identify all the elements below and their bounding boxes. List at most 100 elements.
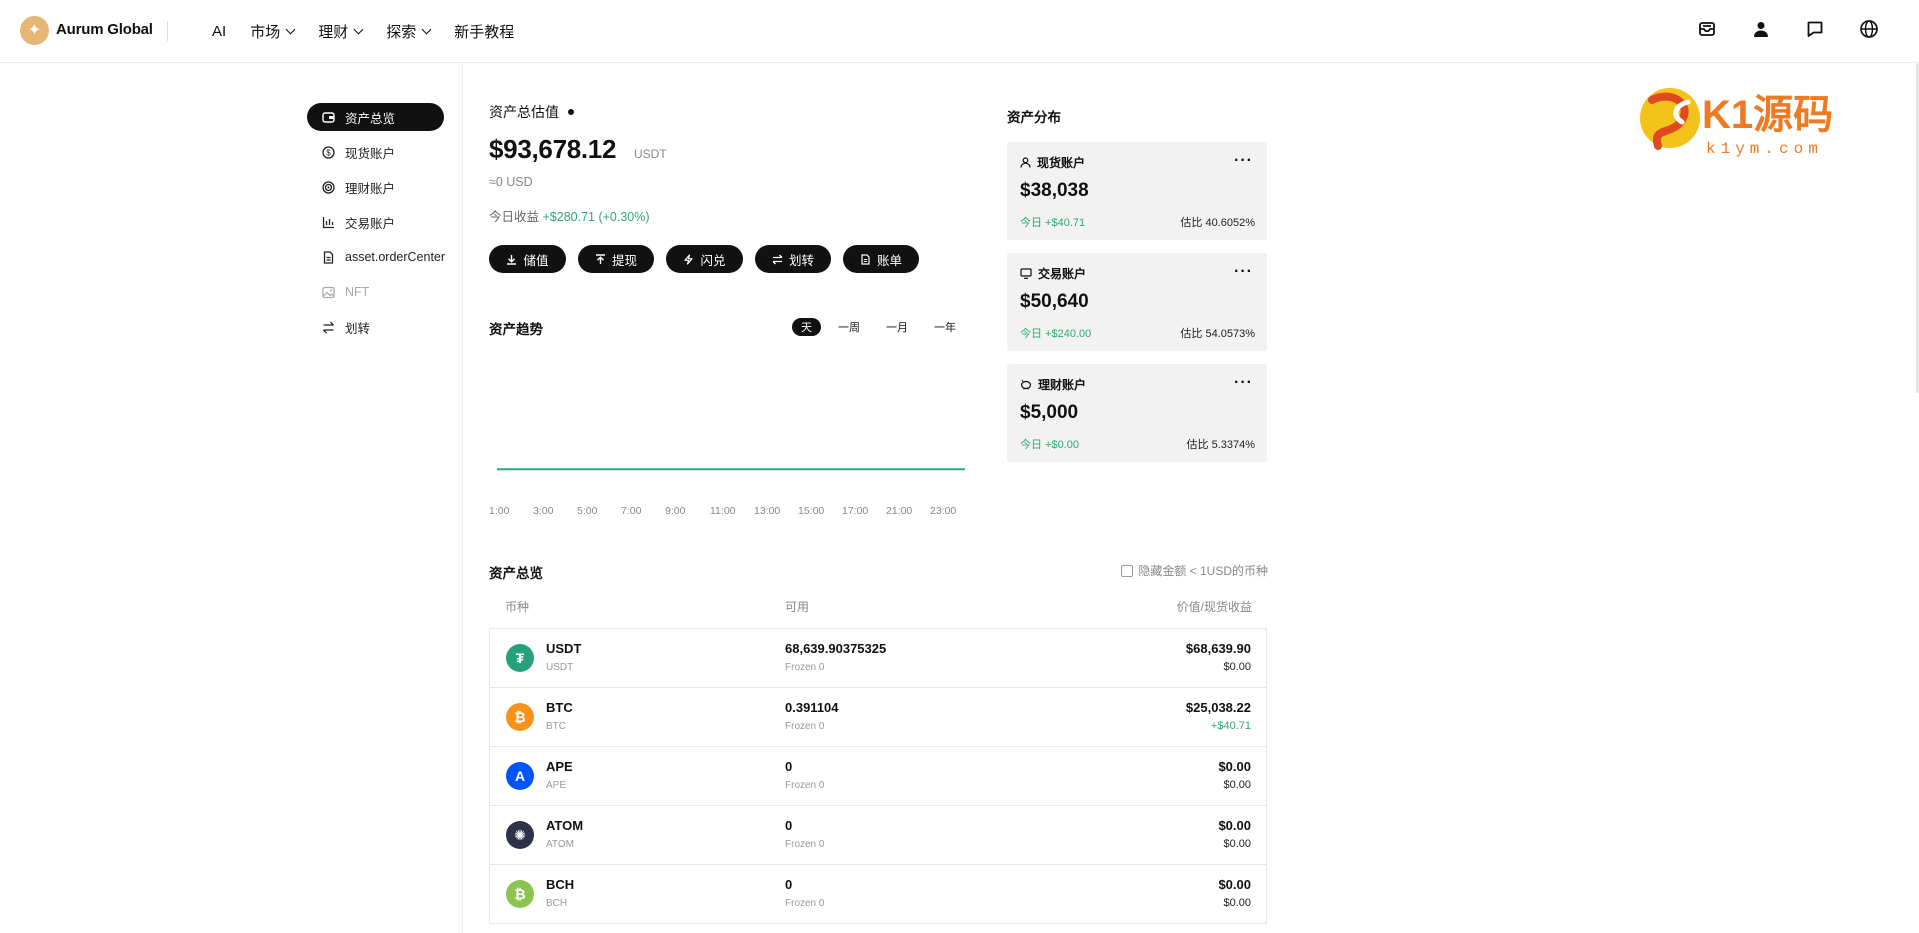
hide-small-balances-label: 隐藏金额 < 1USD的币种	[1138, 564, 1268, 578]
coin-symbol: USDT	[546, 641, 582, 656]
card-title: 现货账户	[1037, 156, 1086, 170]
withdraw-button-label: 提现	[612, 253, 638, 268]
nav-item-explore[interactable]: 探索	[386, 21, 432, 42]
available-amount: 0	[785, 759, 793, 774]
transfer-button[interactable]: 划转	[755, 245, 831, 273]
nav-item-finance[interactable]: 理财	[318, 21, 364, 42]
download-icon	[506, 254, 517, 265]
card-value: $50,640	[1020, 291, 1089, 312]
available-amount: 68,639.90375325	[785, 641, 887, 656]
transfer-icon	[321, 320, 335, 334]
sidebar-item-finance[interactable]: 理财账户	[307, 173, 463, 201]
card-header: 理财账户	[1020, 376, 1086, 393]
spot-account-card[interactable]: 现货账户 ··· $38,038 今日 +$40.71 估比 40.6052%	[1007, 142, 1267, 240]
sidebar-item-label: 交易账户	[345, 216, 396, 231]
card-header: 交易账户	[1020, 265, 1086, 282]
trend-x-axis: 1:00 3:00 5:00 7:00 9:00 11:00 13:00 15:00 17:00…	[489, 505, 956, 517]
asset-trend-chart: 1:00 3:00 5:00 7:00 9:00 11:00 13:00 15:00 17:00…	[489, 468, 965, 517]
deposit-button[interactable]: 储值	[489, 245, 566, 273]
card-today-earnings: 今日 +$40.71	[1020, 217, 1086, 229]
today-earnings-value: +$280.71	[542, 210, 595, 224]
x-tick-label: 1:00	[489, 505, 510, 517]
image-icon	[321, 285, 335, 299]
sidebar-item-nft[interactable]: NFT	[307, 278, 463, 306]
approx-usd-value: ≈0 USD	[489, 175, 533, 189]
nav-item-tutorial[interactable]: 新手教程	[454, 21, 514, 42]
coin-pnl: $0.00	[1223, 897, 1251, 909]
total-valuation-label: 资产总估值	[489, 104, 559, 120]
trading-account-card[interactable]: 交易账户 ··· $50,640 今日 +$240.00 估比 54.0573%	[1007, 253, 1267, 351]
nav-item-label: 探索	[386, 24, 417, 41]
coin-name: USDT	[546, 662, 574, 673]
available-amount: 0.391104	[785, 700, 839, 715]
tab-year[interactable]: 一年	[925, 318, 965, 336]
bill-button-label: 账单	[877, 253, 903, 268]
tab-month[interactable]: 一月	[877, 318, 917, 336]
bill-button[interactable]: 账单	[843, 245, 919, 273]
flash-swap-button[interactable]: 闪兑	[666, 245, 743, 273]
x-tick-label: 13:00	[754, 505, 780, 517]
tab-day[interactable]: 天	[792, 318, 821, 336]
target-icon	[321, 180, 335, 194]
table-row[interactable]: A APE APE 0 Frozen 0 $0.00 $0.00	[490, 747, 1266, 806]
sidebar-item-order-center[interactable]: asset.orderCenter	[307, 243, 463, 271]
brand-logo-icon[interactable]: ✦	[20, 16, 49, 45]
sidebar-item-label: asset.orderCenter	[345, 250, 446, 264]
x-tick-label: 5:00	[577, 505, 598, 517]
frozen-amount: Frozen 0	[785, 721, 825, 732]
asset-overview-title: 资产总览	[489, 566, 543, 581]
table-row[interactable]: ₮ USDT USDT 68,639.90375325 Frozen 0 $68…	[490, 629, 1266, 688]
inbox-icon[interactable]	[1697, 18, 1717, 40]
hide-small-balances-option[interactable]: 隐藏金额 < 1USD的币种	[1121, 562, 1268, 579]
column-header-available: 可用	[785, 600, 810, 614]
finance-account-card[interactable]: 理财账户 ··· $5,000 今日 +$0.00 估比 5.3374%	[1007, 364, 1267, 462]
message-icon[interactable]	[1805, 18, 1825, 40]
card-today-earnings: 今日 +$0.00	[1020, 439, 1080, 451]
more-options-icon[interactable]: ···	[1234, 153, 1253, 169]
nav-item-market[interactable]: 市场	[250, 21, 296, 42]
header-actions	[1697, 18, 1879, 40]
today-earnings-label: 今日收益	[489, 210, 540, 224]
sidebar: 资产总览 $ 现货账户 理财账户 交易账户 asset.orderCenter …	[307, 103, 463, 348]
user-icon[interactable]	[1751, 18, 1771, 40]
usdt-coin-icon: ₮	[506, 644, 534, 672]
card-ratio: 估比 40.6052%	[1180, 217, 1255, 229]
column-header-coin: 币种	[505, 600, 530, 614]
sidebar-item-transfer[interactable]: 划转	[307, 313, 463, 341]
dollar-coin-icon: $	[321, 145, 335, 159]
wallet-icon	[321, 110, 335, 124]
hide-small-balances-checkbox[interactable]	[1121, 564, 1134, 577]
globe-icon[interactable]	[1859, 18, 1879, 40]
card-today-earnings: 今日 +$240.00	[1020, 328, 1092, 340]
document-icon	[321, 250, 335, 264]
sidebar-item-label: 理财账户	[345, 181, 396, 196]
withdraw-button[interactable]: 提现	[578, 245, 654, 273]
coin-name: APE	[546, 780, 567, 791]
card-title: 理财账户	[1038, 378, 1087, 392]
table-row[interactable]: ✺ ATOM ATOM 0 Frozen 0 $0.00 $0.00	[490, 806, 1266, 865]
sidebar-item-trading[interactable]: 交易账户	[307, 208, 463, 236]
visibility-toggle-icon[interactable]	[568, 109, 574, 115]
card-ratio: 估比 54.0573%	[1180, 328, 1255, 340]
table-row[interactable]: ₿ BCH BCH 0 Frozen 0 $0.00 $0.00	[490, 865, 1266, 924]
more-options-icon[interactable]: ···	[1234, 264, 1253, 280]
monitor-icon	[1020, 268, 1032, 279]
card-title: 交易账户	[1038, 267, 1087, 281]
sidebar-item-label: 资产总览	[345, 111, 396, 126]
bch-coin-icon: ₿	[506, 880, 534, 908]
user-icon	[1020, 157, 1031, 168]
sidebar-divider	[462, 63, 463, 933]
table-row[interactable]: ₿ BTC BTC 0.391104 Frozen 0 $25,038.22 +…	[490, 688, 1266, 747]
more-options-icon[interactable]: ···	[1234, 375, 1253, 391]
brand-name[interactable]: Aurum Global	[56, 21, 153, 38]
coin-pnl: $0.00	[1223, 838, 1251, 850]
tab-week[interactable]: 一周	[829, 318, 869, 336]
coin-symbol: BTC	[546, 700, 573, 715]
card-ratio: 估比 5.3374%	[1186, 439, 1255, 451]
sidebar-item-overview[interactable]: 资产总览	[307, 103, 444, 131]
sidebar-item-spot[interactable]: $ 现货账户	[307, 138, 463, 166]
card-value: $38,038	[1020, 180, 1089, 201]
nav-item-ai[interactable]: AI	[212, 21, 226, 42]
flash-swap-button-label: 闪兑	[700, 253, 726, 268]
coin-pnl: $0.00	[1223, 779, 1251, 791]
